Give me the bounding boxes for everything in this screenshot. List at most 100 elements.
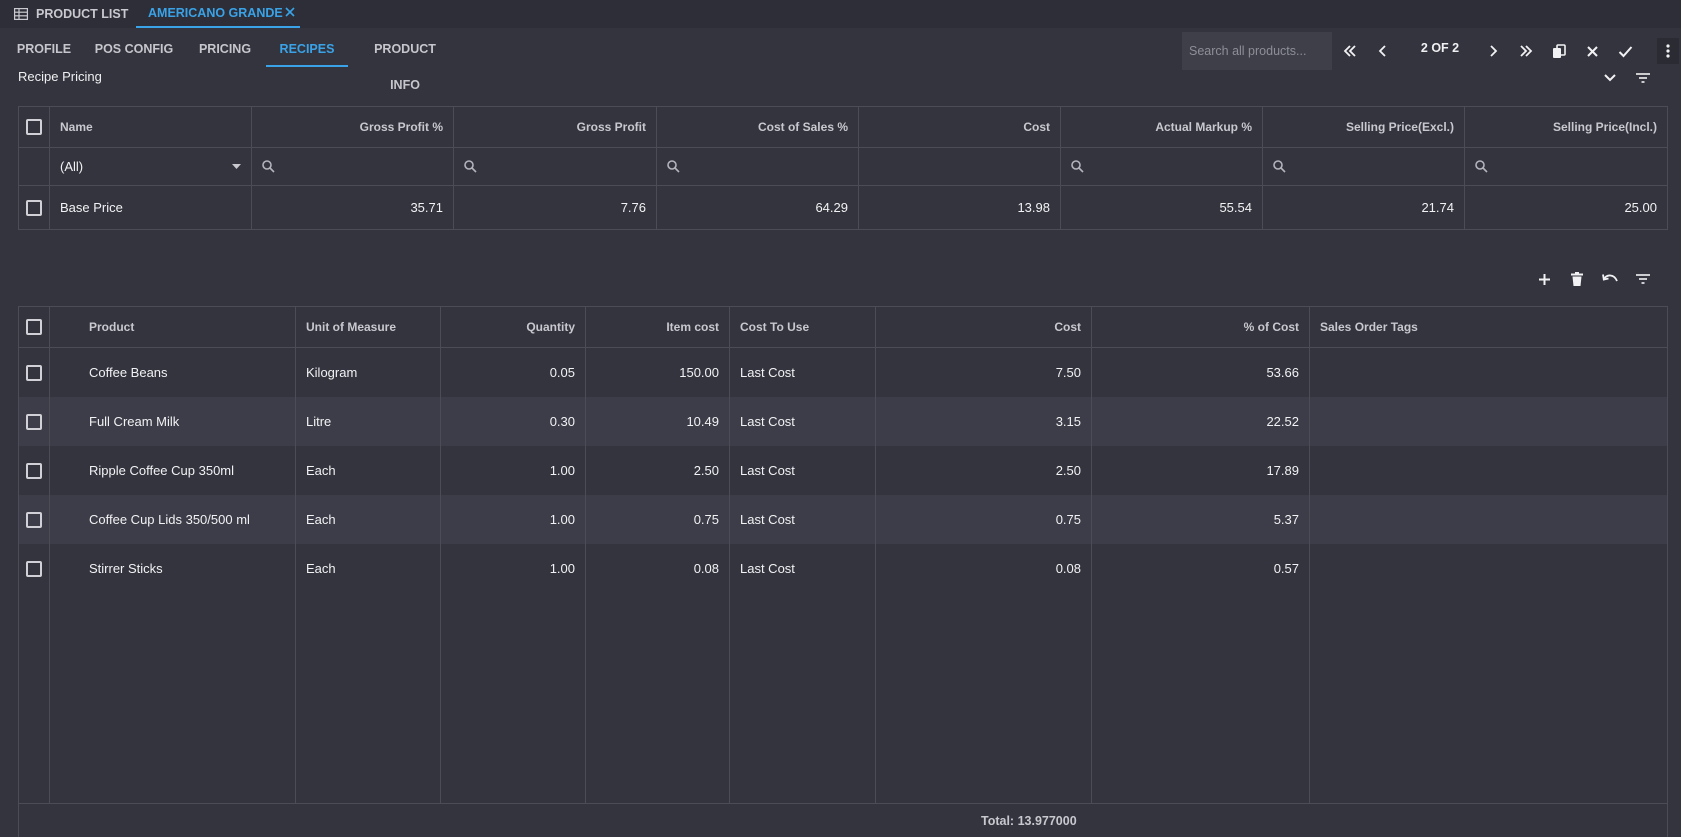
search-input[interactable]: Search all products... <box>1182 32 1332 70</box>
cell-cost-to-use: Last Cost <box>730 446 876 495</box>
search-icon <box>262 160 275 173</box>
selling-price-incl-filter[interactable] <box>1465 148 1667 185</box>
row-select-cell <box>19 544 50 593</box>
cell-quantity: 0.05 <box>441 348 586 397</box>
table-row[interactable]: Coffee Cup Lids 350/500 ml Each 1.00 0.7… <box>19 495 1667 544</box>
copy-icon[interactable] <box>1548 40 1570 62</box>
table-row[interactable]: Ripple Coffee Cup 350ml Each 1.00 2.50 L… <box>19 446 1667 495</box>
tab-product-list-label: PRODUCT LIST <box>36 7 129 21</box>
more-vert-icon[interactable] <box>1657 38 1679 64</box>
save-check-icon[interactable] <box>1614 40 1636 62</box>
cell-tags <box>1310 348 1667 397</box>
table-row[interactable]: Full Cream Milk Litre 0.30 10.49 Last Co… <box>19 397 1667 446</box>
header-cell <box>19 307 50 347</box>
filter-icon[interactable] <box>1632 67 1654 89</box>
select-all-checkbox[interactable] <box>26 319 42 335</box>
filter-icon[interactable] <box>1632 268 1654 290</box>
search-icon <box>464 160 477 173</box>
gross-profit-pct-filter[interactable] <box>252 148 454 185</box>
first-page-icon[interactable] <box>1339 40 1361 62</box>
table-row[interactable]: Base Price 35.71 7.76 64.29 13.98 55.54 … <box>19 186 1667 229</box>
delete-icon[interactable] <box>1566 268 1588 290</box>
col-name[interactable]: Name <box>50 107 252 147</box>
cost-of-sales-pct-filter[interactable] <box>657 148 859 185</box>
row-checkbox[interactable] <box>26 462 42 479</box>
discard-icon[interactable] <box>1581 40 1603 62</box>
cell-cost: 0.08 <box>876 544 1092 593</box>
col-gross-profit-pct[interactable]: Gross Profit % <box>252 107 454 147</box>
filter-spacer <box>19 148 50 185</box>
tab-pos-config[interactable]: POS CONFIG <box>89 31 179 67</box>
col-quantity[interactable]: Quantity <box>441 307 586 347</box>
cell-item-cost: 150.00 <box>586 348 730 397</box>
prev-page-icon[interactable] <box>1372 40 1394 62</box>
cell-selling-price-incl: 25.00 <box>1624 200 1657 215</box>
cell-item-cost: 0.75 <box>586 495 730 544</box>
gross-profit-filter[interactable] <box>454 148 657 185</box>
table-row[interactable]: Coffee Beans Kilogram 0.05 150.00 Last C… <box>19 348 1667 397</box>
col-selling-price-excl[interactable]: Selling Price(Excl.) <box>1263 107 1465 147</box>
tab-recipes[interactable]: RECIPES <box>266 31 348 67</box>
cell-uom: Litre <box>296 397 441 446</box>
name-filter-select[interactable]: (All) <box>50 148 252 185</box>
cell-pct-of-cost: 17.89 <box>1092 446 1310 495</box>
cell-tags <box>1310 544 1667 593</box>
search-icon <box>1273 160 1286 173</box>
col-gross-profit[interactable]: Gross Profit <box>454 107 657 147</box>
grid-footer: Total: 13.977000 <box>19 803 1667 837</box>
col-cost-to-use[interactable]: Cost To Use <box>730 307 876 347</box>
tab-product-info[interactable]: PRODUCT INFO <box>358 31 452 92</box>
next-page-icon[interactable] <box>1482 40 1504 62</box>
row-checkbox[interactable] <box>26 364 42 381</box>
cell-uom: Each <box>296 495 441 544</box>
row-select-cell <box>19 446 50 495</box>
row-select-cell <box>19 348 50 397</box>
recipe-pricing-header: Name Gross Profit % Gross Profit Cost of… <box>19 107 1667 148</box>
col-actual-markup-pct[interactable]: Actual Markup % <box>1061 107 1263 147</box>
total-cost: Total: 13.977000 <box>981 814 1077 828</box>
table-row[interactable]: Stirrer Sticks Each 1.00 0.08 Last Cost … <box>19 544 1667 593</box>
cell-quantity: 1.00 <box>441 495 586 544</box>
last-page-icon[interactable] <box>1515 40 1537 62</box>
close-icon[interactable] <box>284 6 296 18</box>
cell-quantity: 0.30 <box>441 397 586 446</box>
row-checkbox[interactable] <box>26 511 42 528</box>
col-unit-of-measure[interactable]: Unit of Measure <box>296 307 441 347</box>
tab-pricing[interactable]: PRICING <box>196 31 254 67</box>
actual-markup-pct-filter[interactable] <box>1061 148 1263 185</box>
cell-actual-markup-pct: 55.54 <box>1061 186 1263 229</box>
cell-pct-of-cost: 0.57 <box>1092 544 1310 593</box>
col-item-cost[interactable]: Item cost <box>586 307 730 347</box>
document-tabs: PRODUCT LIST AMERICANO GRANDE <box>0 0 1681 28</box>
search-icon <box>667 160 680 173</box>
cell-quantity: 1.00 <box>441 446 586 495</box>
row-checkbox[interactable] <box>26 413 42 430</box>
row-select-cell <box>19 397 50 446</box>
col-selling-price-incl[interactable]: Selling Price(Incl.) <box>1465 107 1667 147</box>
recipe-items-header: Product Unit of Measure Quantity Item co… <box>19 307 1667 348</box>
tab-product-list[interactable]: PRODUCT LIST <box>14 0 128 28</box>
selling-price-excl-filter[interactable] <box>1263 148 1465 185</box>
tab-americano-grande[interactable]: AMERICANO GRANDE <box>136 0 300 28</box>
cell-uom: Each <box>296 544 441 593</box>
tab-americano-grande-label: AMERICANO GRANDE <box>148 6 283 20</box>
select-all-checkbox[interactable] <box>26 119 42 135</box>
col-product[interactable]: Product <box>50 307 296 347</box>
cell-product: Full Cream Milk <box>50 397 296 446</box>
chevron-down-icon[interactable] <box>1599 67 1621 89</box>
col-cost-of-sales-pct[interactable]: Cost of Sales % <box>657 107 859 147</box>
col-cost[interactable]: Cost <box>859 107 1061 147</box>
search-icon <box>1071 160 1084 173</box>
cell-quantity: 1.00 <box>441 544 586 593</box>
row-checkbox[interactable] <box>26 560 42 577</box>
col-sales-order-tags[interactable]: Sales Order Tags <box>1310 307 1667 347</box>
pager-status: 2 OF 2 <box>1420 41 1460 55</box>
col-cost[interactable]: Cost <box>876 307 1092 347</box>
recipe-pricing-title: Recipe Pricing <box>18 69 102 84</box>
col-pct-of-cost[interactable]: % of Cost <box>1092 307 1310 347</box>
cell-product: Stirrer Sticks <box>50 544 296 593</box>
undo-icon[interactable] <box>1599 268 1621 290</box>
add-icon[interactable] <box>1533 268 1555 290</box>
tab-profile[interactable]: PROFILE <box>16 31 72 67</box>
row-checkbox[interactable] <box>26 199 42 216</box>
